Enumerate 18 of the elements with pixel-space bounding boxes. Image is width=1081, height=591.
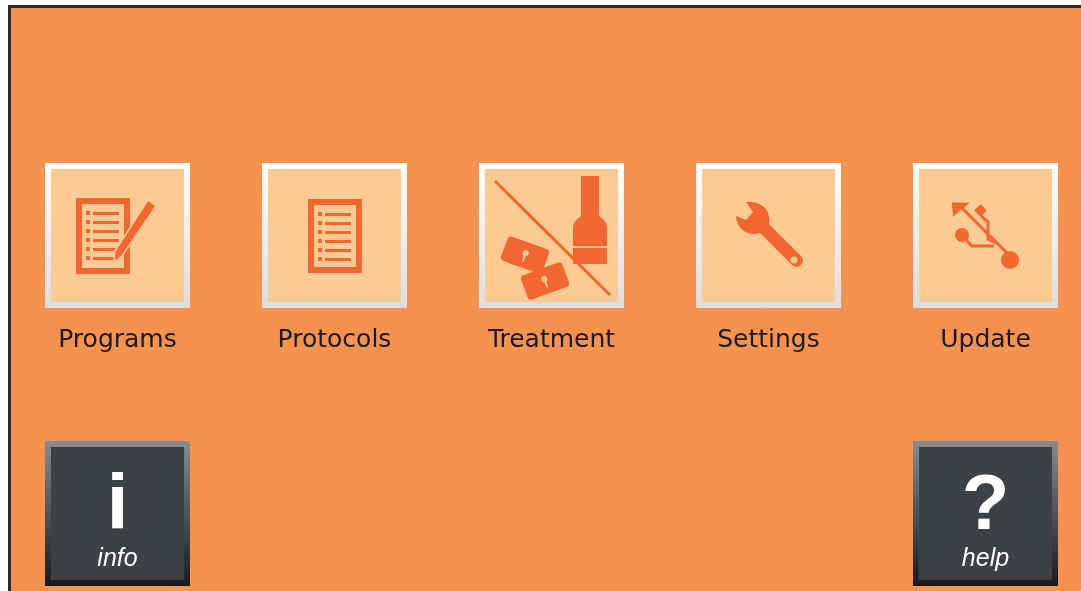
menu-label: Protocols xyxy=(277,324,392,353)
menu-label: Programs xyxy=(58,324,177,353)
button-caption: info xyxy=(97,543,138,572)
menu-label: Treatment xyxy=(487,324,616,353)
menu-label: Update xyxy=(940,324,1031,353)
button-caption: help xyxy=(961,543,1010,572)
button-glyph: ? xyxy=(961,463,1010,541)
usb-icon xyxy=(949,201,1022,270)
help-button[interactable]: ? help xyxy=(913,441,1058,586)
info-button[interactable]: i info xyxy=(45,441,190,586)
button-glyph: i xyxy=(106,463,129,541)
menu-label: Settings xyxy=(717,324,820,353)
menu-tile[interactable] xyxy=(696,163,841,308)
menu-tile[interactable] xyxy=(45,163,190,308)
menu-tile[interactable] xyxy=(262,163,407,308)
menu-tile[interactable] xyxy=(479,163,624,308)
document-list-icon xyxy=(307,198,362,273)
menu-tile[interactable] xyxy=(913,163,1058,308)
